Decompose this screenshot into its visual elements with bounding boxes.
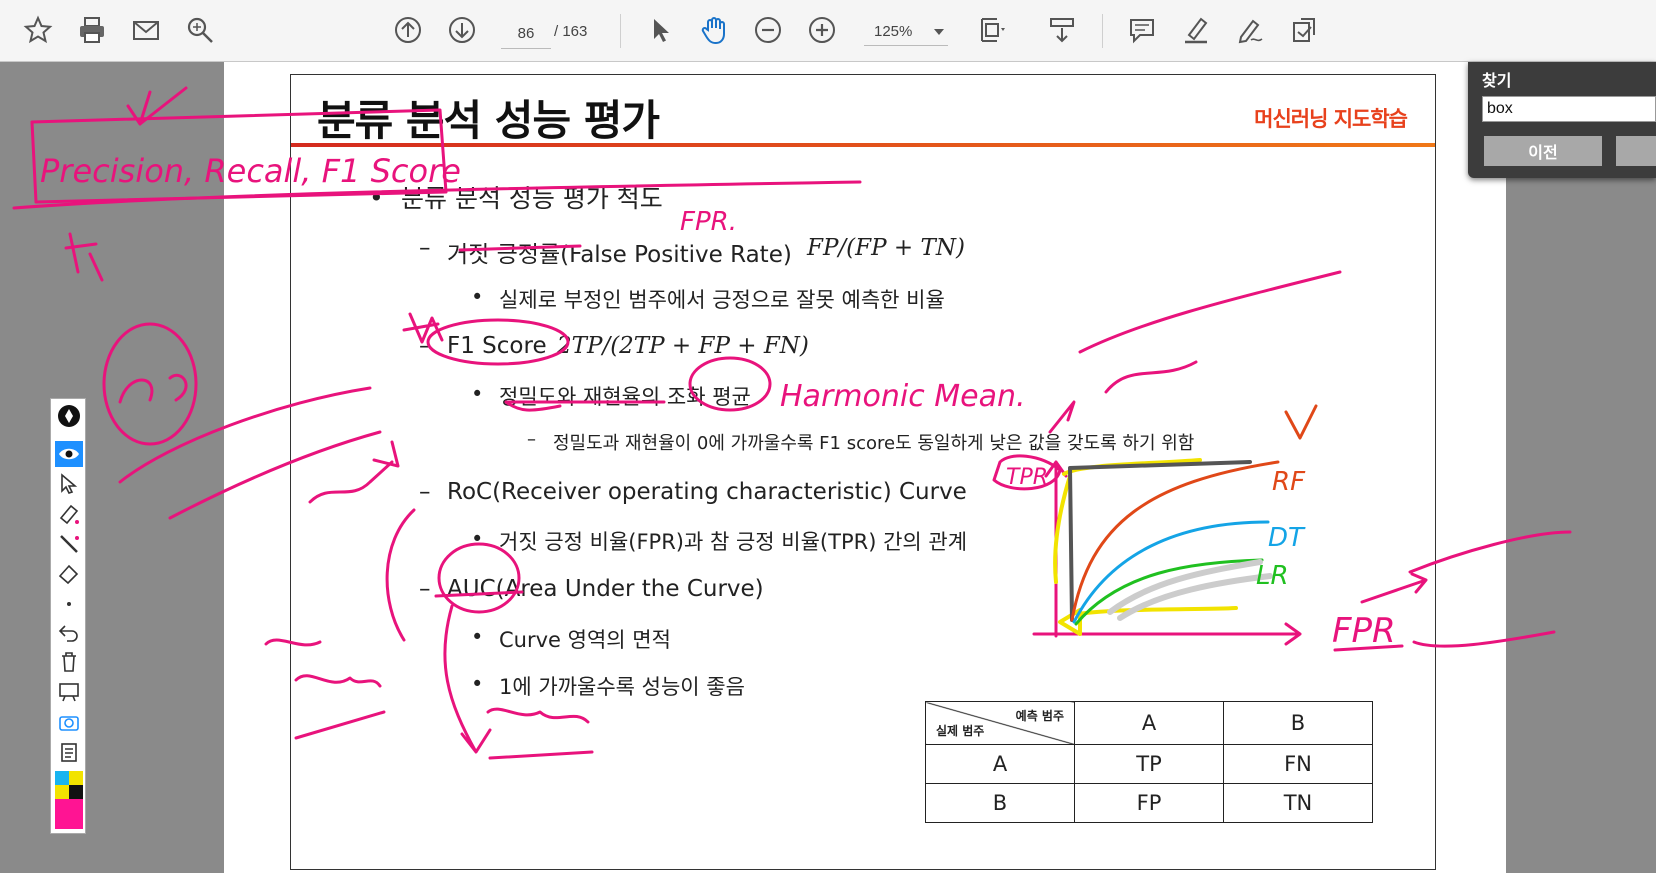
toolbar-divider: [620, 14, 621, 48]
confusion-matrix-table: 예측 범주 실제 범주 A B A TP FN B FP TN: [925, 701, 1373, 823]
bullet-text: AUC(Area Under the Curve): [447, 576, 764, 602]
zoom-out-icon[interactable]: [750, 12, 786, 48]
bullet-marker: •: [471, 382, 484, 406]
scroll-mode-icon[interactable]: [1044, 12, 1080, 48]
pointer-icon[interactable]: [55, 471, 83, 497]
color-palette[interactable]: [55, 771, 83, 829]
bullet-text: 정밀도와 재현율의 조화 평균: [499, 385, 751, 409]
title-divider: [291, 143, 1435, 147]
bullet-text: Curve 영역의 면적: [499, 628, 671, 652]
zoom-in-icon[interactable]: [804, 12, 840, 48]
bullet-marker: •: [471, 625, 484, 649]
slide-frame: 분류 분석 성능 평가 머신러닝 지도학습 • 분류 분석 성능 평가 척도 –…: [290, 74, 1436, 870]
bullet-text: RoC(Receiver operating characteristic) C…: [447, 479, 967, 505]
table-corner-cell: 예측 범주 실제 범주: [925, 701, 1075, 745]
table-cell: FP: [1074, 783, 1224, 823]
find-next-button[interactable]: [1616, 136, 1656, 166]
sign-icon[interactable]: [1232, 12, 1268, 48]
page-number-input[interactable]: [501, 18, 551, 49]
table-col-header: A: [1074, 701, 1224, 745]
app-toolbar: / 163 125%: [0, 0, 1656, 62]
zoom-select[interactable]: 125%: [864, 18, 948, 46]
table-cell: TN: [1223, 783, 1373, 823]
bullet-marker: •: [471, 285, 484, 309]
find-panel: 찾기 이전: [1468, 62, 1656, 178]
table-row: A TP FN: [925, 744, 1373, 784]
bullet-text: 정밀도과 재현율이 0에 가까울수록 F1 score도 동일하게 낮은 값을 …: [553, 433, 1195, 454]
eye-icon[interactable]: [55, 441, 83, 467]
dash-marker: –: [527, 429, 536, 450]
share-icon[interactable]: [1286, 12, 1322, 48]
zoom-value: 125%: [874, 23, 913, 40]
bullet-text: 거짓 긍정 비율(FPR)과 참 긍정 비율(TPR) 간의 관계: [499, 530, 968, 554]
trash-icon[interactable]: [55, 649, 83, 675]
bullet-text: 1에 가까울수록 성능이 좋음: [499, 675, 745, 699]
bullet-marker: •: [471, 672, 484, 696]
bullet-text: F1 Score: [447, 333, 547, 359]
fit-page-icon[interactable]: [974, 12, 1010, 48]
board-icon[interactable]: [55, 679, 83, 705]
dash-marker: –: [419, 576, 431, 602]
line-icon[interactable]: [55, 531, 83, 557]
table-row-header: B: [925, 783, 1075, 823]
table-row-header: A: [925, 744, 1075, 784]
comment-icon[interactable]: [1124, 12, 1160, 48]
bullet-marker: •: [471, 527, 484, 551]
bullet-text: 분류 분석 성능 평가 척도: [401, 184, 663, 213]
bullet-text: 실제로 부정인 범주에서 긍정으로 잘못 예측한 비율: [499, 288, 945, 312]
table-cell: FN: [1223, 744, 1373, 784]
find-previous-button[interactable]: 이전: [1484, 136, 1602, 166]
dash-marker: –: [419, 235, 431, 261]
clipboard-icon[interactable]: [55, 739, 83, 765]
dot-icon[interactable]: [55, 591, 83, 617]
pen-toolbar: [50, 398, 86, 834]
pdf-page: 분류 분석 성능 평가 머신러닝 지도학습 • 분류 분석 성능 평가 척도 –…: [224, 62, 1506, 873]
pen-icon[interactable]: [55, 403, 83, 429]
search-icon[interactable]: [182, 12, 218, 48]
find-title: 찾기: [1482, 71, 1512, 90]
slide-subject: 머신러닝 지도학습: [1254, 107, 1408, 131]
formula-text: 2TP/(2TP + FP + FN): [557, 333, 809, 359]
print-icon[interactable]: [74, 12, 110, 48]
mail-icon[interactable]: [128, 12, 164, 48]
dash-marker: –: [419, 479, 431, 505]
hand-tool-icon[interactable]: [696, 12, 732, 48]
select-cursor-icon[interactable]: [642, 12, 678, 48]
marker-icon[interactable]: [55, 501, 83, 527]
table-cell: TP: [1074, 744, 1224, 784]
star-icon[interactable]: [20, 12, 56, 48]
find-input[interactable]: [1482, 96, 1656, 122]
table-header-row: 예측 범주 실제 범주 A B: [925, 701, 1373, 745]
dash-marker: –: [419, 333, 431, 359]
highlight-icon[interactable]: [1178, 12, 1214, 48]
page-down-icon[interactable]: [444, 12, 480, 48]
chevron-down-icon: [934, 28, 944, 35]
corner-actual-label: 실제 범주: [936, 724, 985, 738]
corner-predicted-label: 예측 범주: [1015, 709, 1064, 723]
bullet-marker: •: [369, 183, 384, 212]
document-viewport[interactable]: 분류 분석 성능 평가 머신러닝 지도학습 • 분류 분석 성능 평가 척도 –…: [0, 62, 1656, 873]
page-total: / 163: [554, 23, 588, 40]
eraser-icon[interactable]: [55, 561, 83, 587]
toolbar-divider: [1102, 14, 1103, 48]
table-row: B FP TN: [925, 783, 1373, 823]
page-up-icon[interactable]: [390, 12, 426, 48]
bullet-text: 거짓 긍정률(False Positive Rate): [447, 242, 792, 268]
formula-text: FP/(FP + TN): [807, 235, 965, 261]
slide-title: 분류 분석 성능 평가: [317, 96, 660, 145]
table-col-header: B: [1223, 701, 1373, 745]
undo-icon[interactable]: [55, 619, 83, 645]
camera-icon[interactable]: [55, 709, 83, 735]
